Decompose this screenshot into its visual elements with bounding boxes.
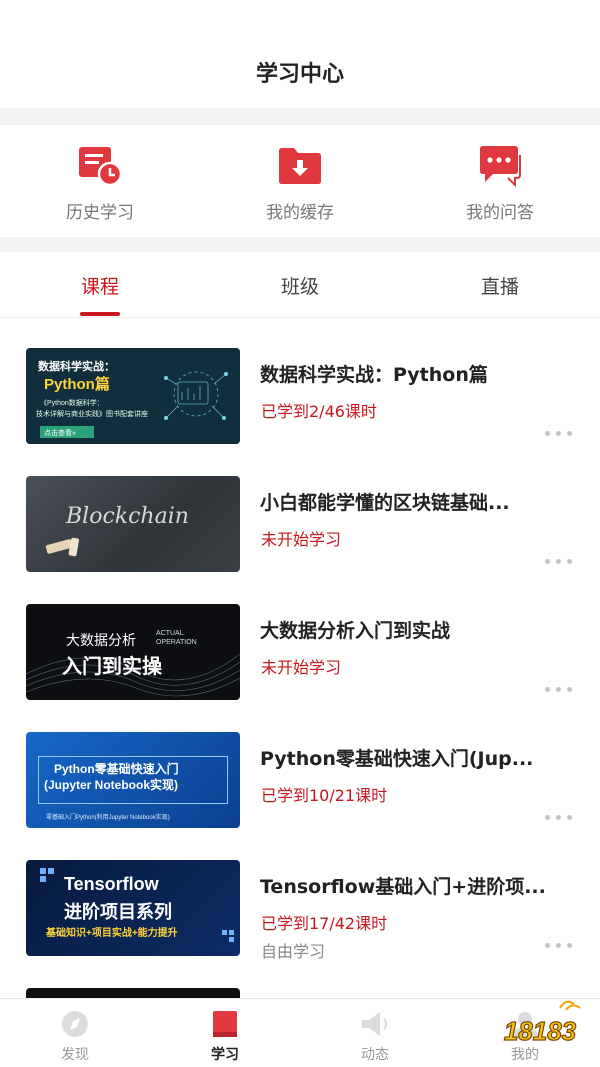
course-progress: 已学到2/46课时: [261, 402, 377, 421]
more-options-icon[interactable]: [542, 550, 576, 570]
thumb-text: 零基础入门Python(利用Jupyter Notebook实现): [46, 815, 170, 821]
thumb-text: Python零基础快速入门: [54, 762, 179, 776]
nav-discover[interactable]: 发现: [0, 999, 150, 1067]
chat-bubble-icon: [480, 146, 521, 187]
course-item[interactable]: Python零基础快速入门 (Jupyter Notebook实现) 零基础入门…: [0, 702, 600, 830]
more-options-icon[interactable]: [542, 934, 576, 954]
nav-feed[interactable]: 动态: [300, 999, 450, 1067]
course-item[interactable]: 大数据分析 入门到实操 ACTUAL OPERATION 大数据分析入门到实战 …: [0, 574, 600, 702]
quick-action-label: 历史学习: [66, 203, 134, 223]
more-options-icon[interactable]: [542, 422, 576, 442]
tab-live[interactable]: 直播: [400, 252, 600, 318]
thumb-button-text: 点击查看»: [44, 430, 76, 437]
tab-classes[interactable]: 班级: [200, 252, 400, 318]
tab-label: 班级: [280, 276, 319, 298]
thumb-text: 数据科学实战：: [38, 361, 115, 373]
thumb-text: ACTUAL: [156, 630, 184, 637]
history-icon: [79, 147, 123, 187]
course-thumbnail-partial[interactable]: [26, 988, 240, 998]
megaphone-icon: [362, 1012, 387, 1036]
thumb-text: Tensorflow: [64, 874, 159, 894]
course-thumbnail[interactable]: Python零基础快速入门 (Jupyter Notebook实现) 零基础入门…: [26, 732, 240, 828]
course-progress: 未开始学习: [261, 530, 342, 549]
course-subtitle: 自由学习: [261, 942, 326, 961]
book-icon: [213, 1011, 237, 1037]
svg-text:18183: 18183: [504, 1016, 577, 1046]
course-thumbnail[interactable]: 数据科学实战： Python篇 《Python数据科学： 技术详解与商业实践》图…: [26, 348, 240, 444]
course-item[interactable]: Blockchain 小白都能学懂的区块链基础... 未开始学习: [0, 446, 600, 574]
watermark-logo: 18183: [503, 1000, 581, 1047]
tab-bar: 课程 班级 直播: [0, 252, 600, 318]
course-progress: 已学到17/42课时: [261, 914, 388, 933]
course-item[interactable]: Tensorflow 进阶项目系列 基础知识+项目实战+能力提升 Tensorf…: [0, 830, 600, 961]
quick-action-label: 我的缓存: [266, 203, 334, 223]
nav-study[interactable]: 学习: [150, 999, 300, 1067]
more-options-icon[interactable]: [542, 806, 576, 826]
thumb-text: 技术详解与商业实践》图书配套讲座: [36, 411, 148, 418]
thumb-text: 入门到实操: [62, 656, 162, 678]
course-list: 数据科学实战： Python篇 《Python数据科学： 技术详解与商业实践》图…: [0, 318, 600, 998]
tab-label: 课程: [80, 276, 119, 298]
tab-label: 直播: [480, 276, 519, 298]
thumb-text: 进阶项目系列: [64, 902, 172, 922]
header-bar: 学习中心: [0, 0, 600, 108]
thumb-text: OPERATION: [156, 639, 197, 646]
course-thumbnail[interactable]: 大数据分析 入门到实操 ACTUAL OPERATION: [26, 604, 240, 700]
download-folder-icon: [279, 148, 321, 184]
quick-action-cache[interactable]: 我的缓存: [200, 125, 400, 237]
thumb-text: 基础知识+项目实战+能力提升: [46, 928, 178, 939]
thumb-text: 《Python数据科学：: [40, 400, 104, 407]
quick-action-qa[interactable]: 我的问答: [400, 125, 600, 237]
course-thumbnail[interactable]: Blockchain: [26, 476, 240, 572]
course-title: 数据科学实战：Python篇: [260, 364, 488, 386]
section-divider: [0, 108, 600, 125]
nav-label: 学习: [211, 1047, 239, 1063]
course-title: 大数据分析入门到实战: [260, 620, 451, 642]
section-divider: [0, 237, 600, 252]
page-title: 学习中心: [255, 62, 344, 87]
active-tab-indicator: [80, 312, 120, 316]
course-progress: 已学到10/21课时: [261, 786, 388, 805]
quick-actions: 历史学习 我的缓存 我的问答: [0, 125, 600, 237]
course-thumbnail[interactable]: Tensorflow 进阶项目系列 基础知识+项目实战+能力提升: [26, 860, 240, 956]
nav-label: 动态: [361, 1047, 389, 1063]
thumb-text: Python篇: [44, 376, 110, 393]
thumb-text: (Jupyter Notebook实现): [44, 778, 179, 792]
course-item[interactable]: 数据科学实战： Python篇 《Python数据科学： 技术详解与商业实践》图…: [0, 318, 600, 446]
more-options-icon[interactable]: [542, 678, 576, 698]
tab-courses[interactable]: 课程: [0, 252, 200, 318]
thumb-text: 大数据分析: [66, 632, 136, 648]
course-title: Python零基础快速入门(Jup...: [260, 748, 534, 770]
quick-action-history[interactable]: 历史学习: [0, 125, 200, 237]
chalk-graphic: [45, 537, 80, 557]
course-title: 小白都能学懂的区块链基础...: [260, 492, 510, 514]
compass-icon: [62, 1011, 88, 1037]
quick-action-label: 我的问答: [466, 203, 534, 223]
course-title: Tensorflow基础入门+进阶项...: [260, 876, 546, 898]
nav-label: 发现: [61, 1047, 89, 1063]
course-progress: 未开始学习: [261, 658, 342, 677]
